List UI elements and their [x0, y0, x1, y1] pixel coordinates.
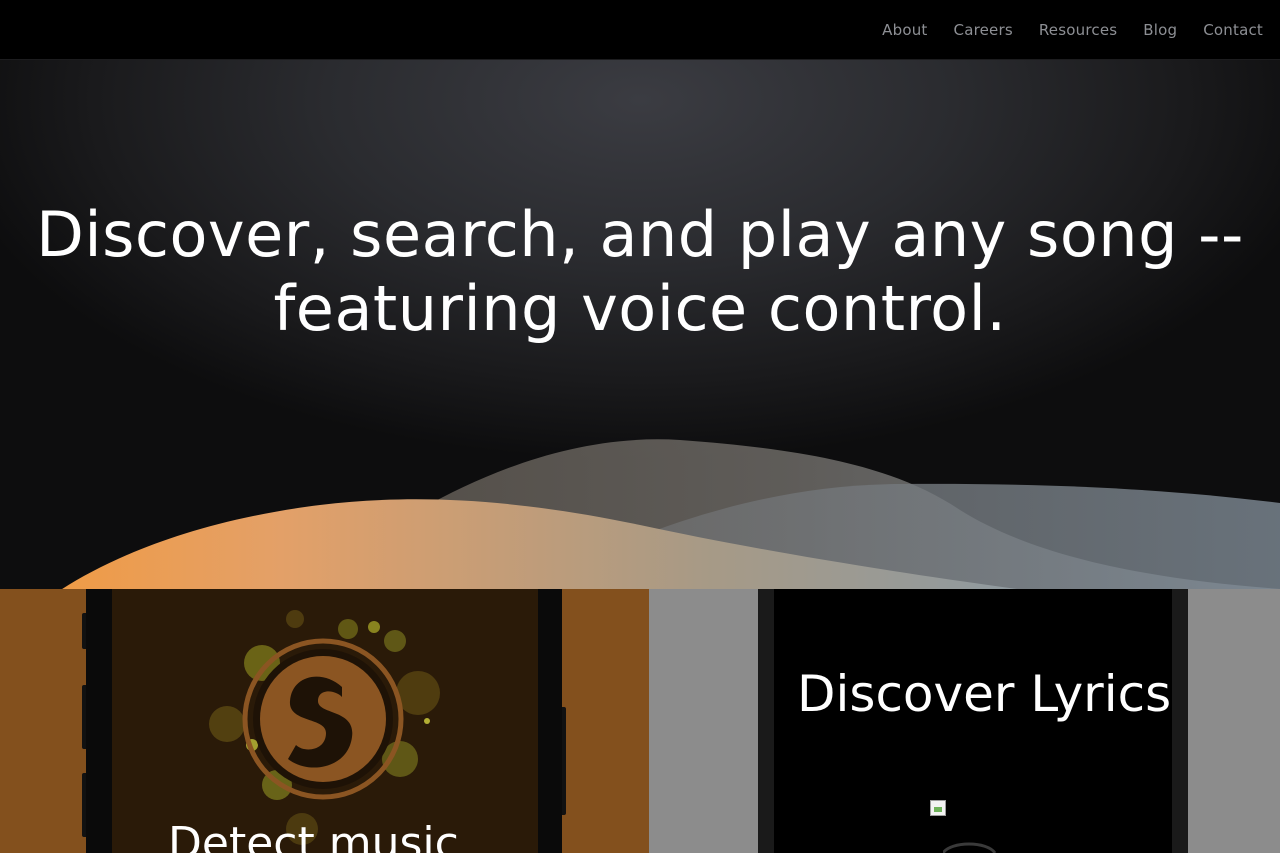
detect-music-panel: Detect music [0, 589, 649, 853]
phone-bezel [86, 589, 112, 853]
phone-screen-left: Detect music [112, 589, 538, 853]
discover-lyrics-heading: Discover Lyrics [797, 665, 1172, 723]
hero-title-line-1: Discover, search, and play any song -- [36, 198, 1244, 271]
nav-link-careers[interactable]: Careers [954, 21, 1013, 39]
nav-link-contact[interactable]: Contact [1203, 21, 1263, 39]
phone-bezel [538, 589, 562, 853]
hero-title: Discover, search, and play any song -- f… [0, 198, 1280, 346]
listening-bubbles-graphic [209, 610, 440, 845]
detect-music-heading: Detect music [168, 818, 459, 853]
sound-wave-graphic [0, 439, 1280, 589]
nav-link-resources[interactable]: Resources [1039, 21, 1117, 39]
nav-link-about[interactable]: About [882, 21, 927, 39]
nav-menu: About Careers Resources Blog Contact [882, 0, 1263, 60]
nav-link-blog[interactable]: Blog [1143, 21, 1177, 39]
hero-title-line-2: featuring voice control. [273, 272, 1007, 345]
broken-image-icon [930, 800, 946, 816]
hero-section: Discover, search, and play any song -- f… [0, 60, 1280, 589]
discover-lyrics-panel: Discover Lyrics [649, 589, 1280, 853]
top-navigation: About Careers Resources Blog Contact [0, 0, 1280, 60]
phone-home-control [943, 842, 997, 853]
